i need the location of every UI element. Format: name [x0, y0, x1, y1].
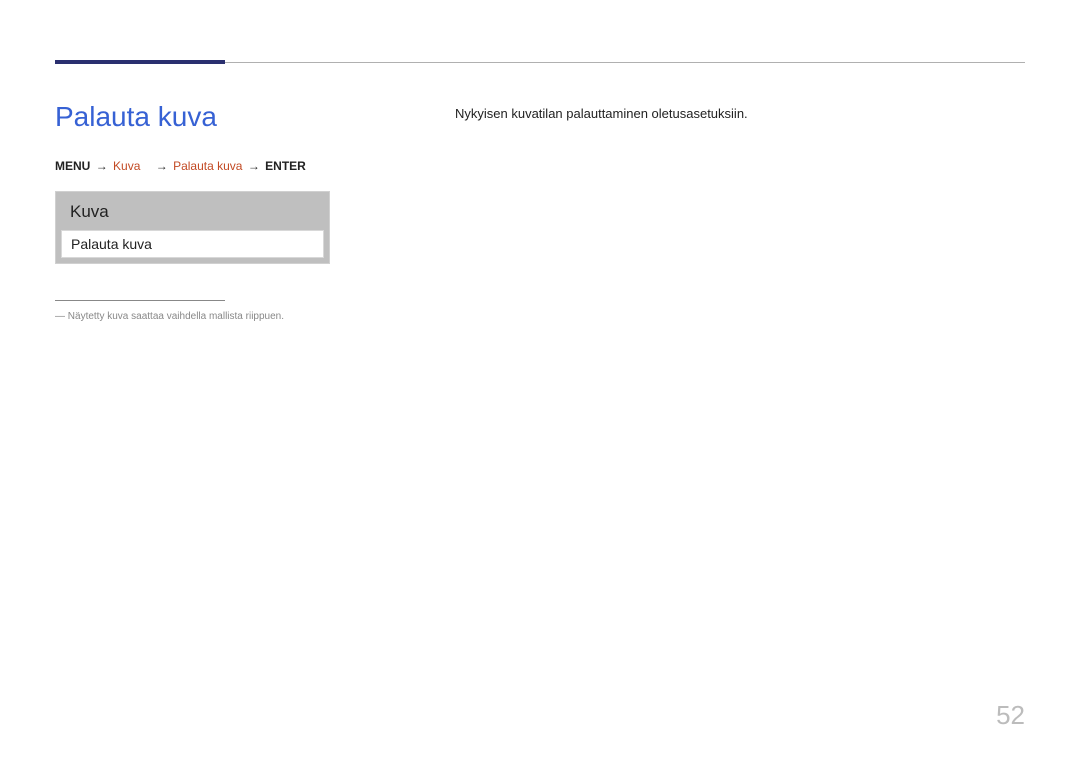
breadcrumb-palauta: Palauta kuva: [173, 159, 242, 173]
page-heading: Palauta kuva: [55, 101, 385, 133]
horizontal-rule: [55, 62, 1025, 63]
footnote-rule: [55, 300, 225, 301]
footnote-marker: ―: [55, 311, 65, 322]
arrow-icon: →: [246, 159, 262, 173]
arrow-icon: →: [154, 159, 170, 173]
footnote: ― Näytetty kuva saattaa vaihdella mallis…: [55, 311, 385, 322]
breadcrumb: MENU → Kuva → Palauta kuva → ENTER: [55, 159, 385, 173]
breadcrumb-menu: MENU: [55, 159, 90, 173]
description-text: Nykyisen kuvatilan palauttaminen oletusa…: [455, 101, 1025, 121]
footnote-text: Näytetty kuva saattaa vaihdella mallista…: [68, 311, 284, 322]
accent-bar: [55, 60, 225, 64]
menu-preview-title: Kuva: [56, 192, 329, 230]
breadcrumb-enter: ENTER: [265, 159, 306, 173]
menu-preview-item: Palauta kuva: [61, 230, 324, 258]
menu-preview: Kuva Palauta kuva: [55, 191, 330, 264]
breadcrumb-kuva: Kuva: [113, 159, 140, 173]
arrow-icon: →: [94, 159, 110, 173]
page-number: 52: [996, 700, 1025, 731]
